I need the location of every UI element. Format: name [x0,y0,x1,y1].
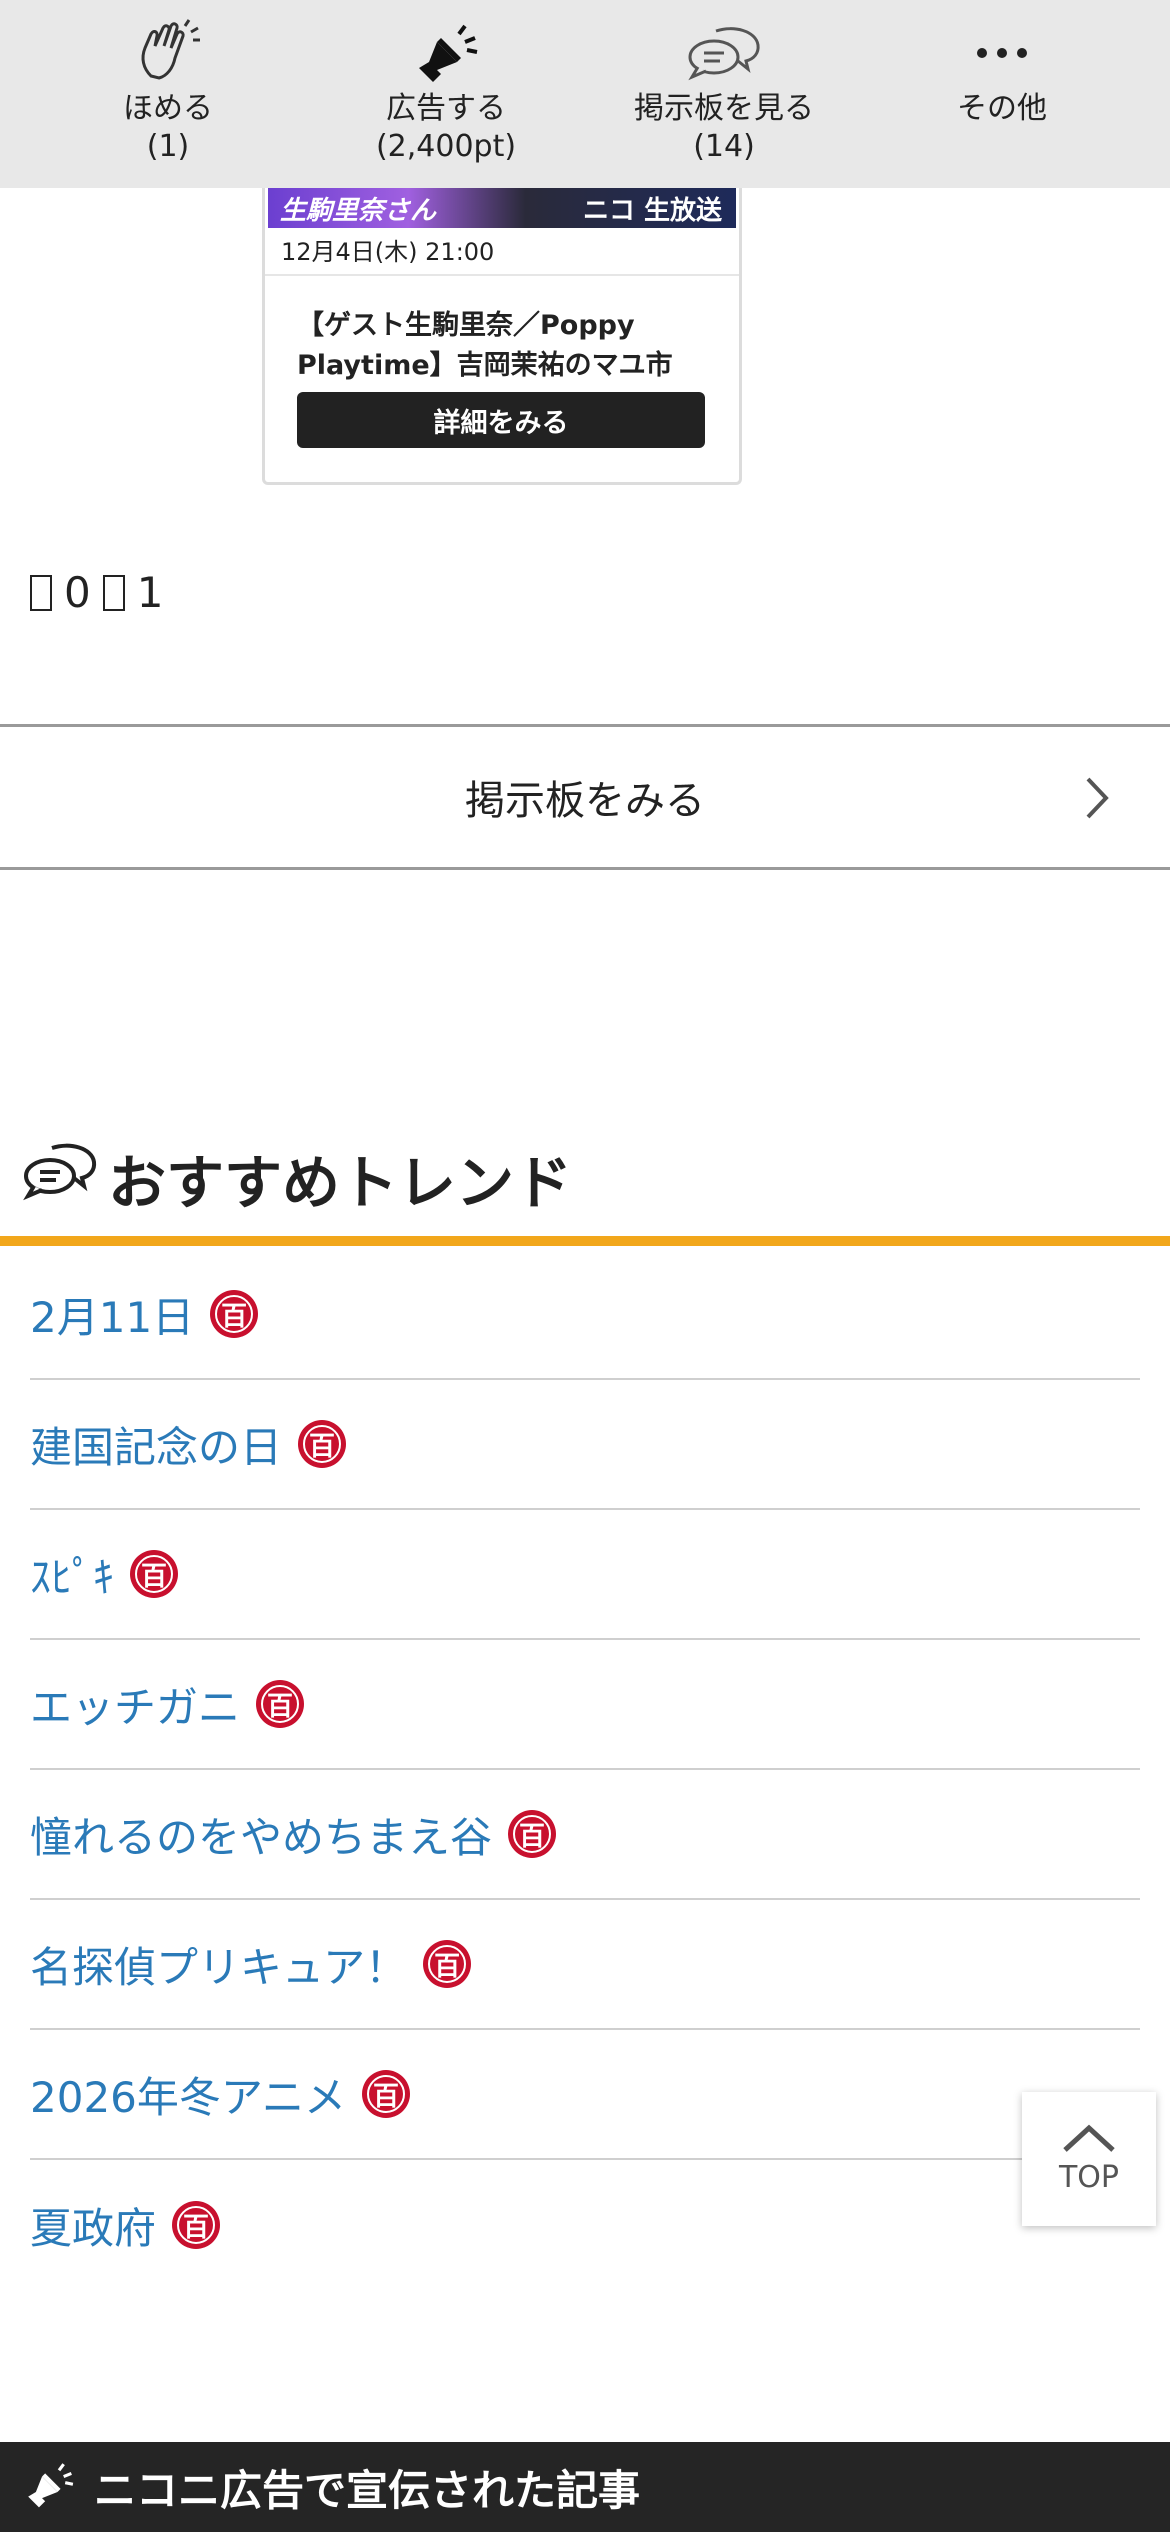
ad-thumbnail: 生駒里奈さん ニコ 生放送 [268,188,736,228]
trend-link[interactable]: エッチガニ [30,1674,240,1735]
back-to-top-button[interactable]: TOP [1022,2092,1156,2226]
chevron-up-icon [1061,2124,1117,2158]
trends-list: 2月11日 百 建国記念の日 百 ｽﾋﾟｷ 百 エッチガニ 百 憧れるのをやめち… [30,1250,1140,2290]
more-label: その他 [957,91,1047,126]
trend-item[interactable]: 2026年冬アニメ 百 [30,2030,1140,2160]
missing-glyph-icon [102,574,125,611]
encyclopedia-badge-icon: 百 [210,1290,259,1338]
chat-bubbles-icon [22,1140,100,1206]
reaction-counter: 0 1 [30,568,163,617]
advertised-articles-bar: ニコニ広告で宣伝された記事 [0,2442,1170,2532]
ad-divider [265,274,739,276]
encyclopedia-badge-icon: 百 [130,1550,179,1598]
trends-title: おすすめトレンド [108,1149,573,1217]
view-board-label: 掲示板をみる [465,778,705,824]
encyclopedia-badge-icon: 百 [423,1940,472,1988]
trend-link[interactable]: 名探偵プリキュア！ [30,1934,407,1995]
trend-item[interactable]: エッチガニ 百 [30,1640,1140,1770]
advertise-count: (2,400pt) [375,129,517,164]
trend-link[interactable]: ｽﾋﾟｷ [30,1544,114,1605]
trend-link[interactable]: 憧れるのをやめちまえ谷 [30,1804,492,1865]
encyclopedia-badge-icon: 百 [172,2201,221,2249]
encyclopedia-badge-icon: 百 [508,1810,557,1858]
missing-glyph-icon [30,574,52,611]
action-bar: ほめる (1) 広告する (2,400pt) 掲示板を見る (14) その他 [0,0,1170,188]
counter-value-b: 1 [136,568,164,617]
trend-item[interactable]: ｽﾋﾟｷ 百 [30,1510,1140,1640]
praise-button[interactable]: ほめる (1) [28,0,308,188]
counter-value-a: 0 [64,568,91,617]
more-button[interactable]: その他 [862,0,1142,188]
trend-item[interactable]: 建国記念の日 百 [30,1380,1140,1510]
trend-item[interactable]: 夏政府 百 [30,2160,1140,2290]
trend-link[interactable]: 建国記念の日 [30,1414,282,1475]
megaphone-icon [411,16,481,90]
board-count: (14) [693,129,755,164]
trend-link[interactable]: 2月11日 [30,1284,194,1345]
praise-label: ほめる [123,91,213,126]
praise-count: (1) [146,129,190,164]
ad-thumb-name: 生駒里奈さん [280,196,437,226]
megaphone-icon [22,2458,76,2516]
ad-thumb-caption: ニコ 生放送 [582,196,722,226]
trend-item[interactable]: 2月11日 百 [30,1250,1140,1380]
trends-header: おすすめトレンド [0,1120,1170,1246]
back-to-top-label: TOP [1058,2159,1120,2195]
ad-card[interactable]: 生駒里奈さん ニコ 生放送 12月4日(木) 21:00 【ゲスト生駒里奈／Po… [262,150,742,485]
trend-item[interactable]: 憧れるのをやめちまえ谷 百 [30,1770,1140,1900]
chevron-right-icon [1084,775,1110,825]
ad-title: 【ゲスト生駒里奈／Poppy Playtime】吉岡茉祐のマユ市 [297,310,673,380]
trend-link[interactable]: 夏政府 [30,2195,156,2256]
encyclopedia-badge-icon: 百 [256,1680,305,1728]
ad-date: 12月4日(木) 21:00 [281,238,495,266]
ad-detail-button[interactable]: 詳細をみる [297,392,705,448]
view-board-link[interactable]: 掲示板をみる [0,724,1170,870]
chat-bubbles-icon [686,16,762,90]
board-button[interactable]: 掲示板を見る (14) [584,0,864,188]
encyclopedia-badge-icon: 百 [362,2070,411,2118]
trend-link[interactable]: 2026年冬アニメ [30,2064,346,2125]
advertised-articles-title: ニコニ広告で宣伝された記事 [94,2465,641,2515]
board-label: 掲示板を見る [634,91,814,126]
encyclopedia-badge-icon: 百 [298,1420,347,1468]
trend-item[interactable]: 名探偵プリキュア！ 百 [30,1900,1140,2030]
more-dots-icon [972,16,1032,90]
clap-icon [133,16,203,90]
trends-accent-bar [0,1236,1170,1246]
advertise-button[interactable]: 広告する (2,400pt) [306,0,586,188]
advertise-label: 広告する [386,91,506,126]
